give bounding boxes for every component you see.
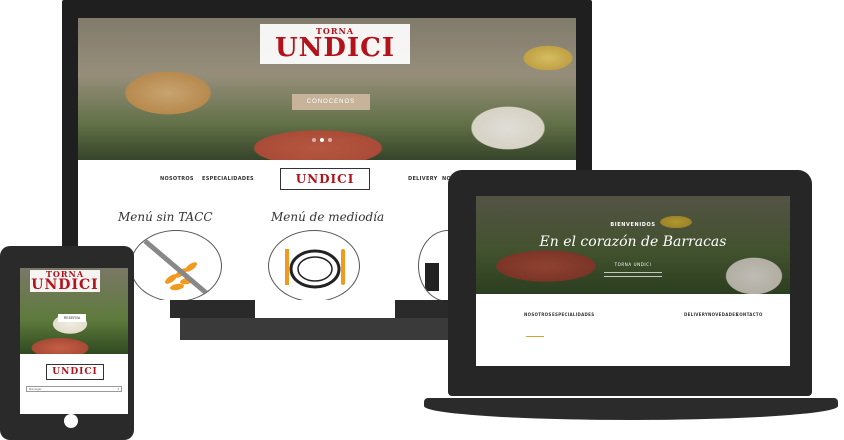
nav-logo-text: UNDICI [295, 172, 355, 186]
conocenos-button[interactable]: CONOCENOS [292, 94, 370, 110]
carousel-dot[interactable] [328, 138, 332, 142]
laptop-nav: NOSOTROS ESPECIALIDADES UNDICI DELIVERY … [476, 296, 790, 336]
nav-especialidades[interactable]: ESPECIALIDADES [202, 176, 254, 182]
select-value: Navegar [29, 387, 42, 391]
carousel-dots [312, 138, 332, 142]
reserva-button[interactable]: RESERVA [58, 314, 86, 322]
tablet-screen: TORNA UNDICI RESERVA UNDICI Navegar ▾ [20, 268, 128, 414]
nav-contacto[interactable]: CONTACTO [736, 312, 763, 317]
hero-divider [604, 272, 662, 273]
tablet-nav-select[interactable]: Navegar ▾ [26, 386, 122, 392]
carousel-dot-active[interactable] [320, 138, 324, 142]
nav-especialidades[interactable]: ESPECIALIDADES [552, 312, 594, 317]
plate-cutlery-icon[interactable] [268, 230, 360, 300]
tablet-home-button[interactable] [64, 414, 78, 428]
laptop-base [424, 398, 838, 420]
hero-logo: TORNA UNDICI [260, 24, 410, 64]
carousel-dot[interactable] [312, 138, 316, 142]
nav-nosotros[interactable]: NOSOTROS [524, 312, 552, 317]
logo-main-text: UNDICI [31, 277, 99, 293]
logo-main-text: UNDICI [274, 33, 395, 63]
hero-headline: En el corazón de Barracas [539, 234, 727, 250]
nav-delivery[interactable]: DELIVERY [684, 312, 708, 317]
chevron-down-icon: ▾ [117, 387, 119, 391]
menu-mediodia-title: Menú de mediodía [271, 210, 385, 224]
nav-novedades[interactable]: NOVEDADES [708, 312, 739, 317]
nav-logo[interactable]: UNDICI [280, 168, 370, 190]
gluten-free-icon[interactable] [130, 230, 222, 300]
laptop-screen: BIENVENIDOS En el corazón de Barracas TO… [476, 196, 790, 366]
laptop-hero-image: BIENVENIDOS En el corazón de Barracas TO… [476, 196, 790, 294]
nav-nosotros[interactable]: NOSOTROS [160, 176, 194, 182]
hero-divider-bottom [604, 276, 662, 277]
tablet-device: TORNA UNDICI RESERVA UNDICI Navegar ▾ [0, 246, 134, 440]
hero-image: TORNA UNDICI CONOCENOS [78, 18, 576, 160]
nav-active-underline [526, 336, 544, 337]
devices-mockup: TORNA UNDICI CONOCENOS NOSOTROS ESPECIAL… [0, 0, 844, 440]
monitor-base [180, 318, 460, 340]
nav-logo-text: UNDICI [52, 366, 98, 377]
stand-gap [255, 300, 395, 318]
tablet-hero-logo: TORNA UNDICI [30, 270, 100, 292]
laptop-device: BIENVENIDOS En el corazón de Barracas TO… [448, 170, 812, 396]
tablet-nav-logo[interactable]: UNDICI [46, 364, 104, 380]
hero-subtitle: TORNA UNDICI [614, 262, 652, 267]
tablet-hero-image: TORNA UNDICI RESERVA [20, 268, 128, 354]
hero-kicker: BIENVENIDOS [610, 222, 656, 228]
menu-sin-tacc-title: Menú sin TACC [118, 210, 213, 224]
nav-delivery[interactable]: DELIVERY [408, 176, 438, 182]
